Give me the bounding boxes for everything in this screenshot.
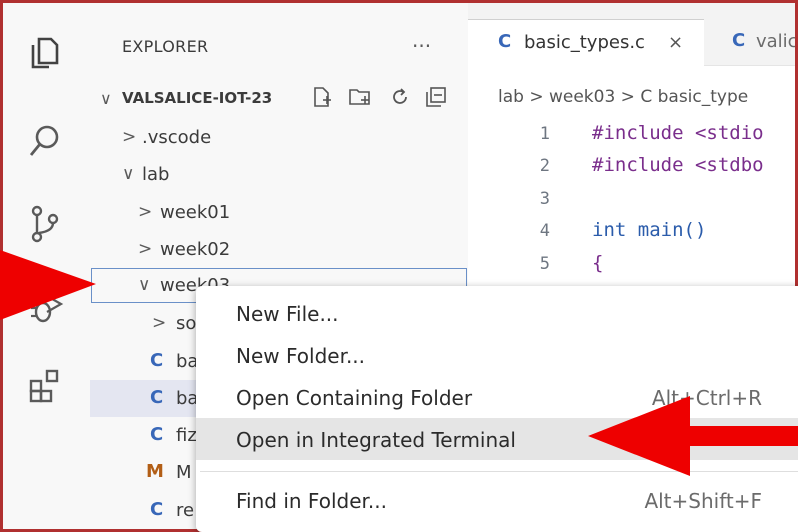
c-file-icon: C [150, 499, 164, 520]
c-file-icon: C [732, 30, 746, 51]
arrow-icon [0, 250, 96, 320]
tab-basic-types[interactable]: C basic_types.c × [468, 19, 704, 66]
editor-tab-bar: C basic_types.c × C valic [468, 3, 795, 66]
chevron-right-icon: > [152, 313, 167, 333]
chevron-right-icon: > [138, 239, 153, 259]
refresh-icon[interactable] [388, 85, 412, 109]
tab-label: basic_types.c [524, 32, 645, 53]
extensions-icon[interactable] [25, 365, 65, 405]
line-number: 2 [539, 156, 550, 176]
c-file-icon: C [150, 387, 164, 408]
menu-item-label: New File... [236, 302, 339, 326]
tree-item-label: M [176, 462, 192, 483]
menu-item-find-in-folder[interactable]: Find in Folder... Alt+Shift+F [196, 479, 798, 521]
project-header[interactable]: ∨ VALSALICE-IOT-23 [90, 77, 468, 117]
new-folder-icon[interactable] [348, 85, 372, 109]
chevron-down-icon: ∨ [100, 89, 112, 108]
code-line[interactable]: 2 #include <stdbo [468, 150, 795, 182]
code-line[interactable]: 1 #include <stdio [468, 118, 795, 150]
arrow-icon [588, 396, 798, 476]
line-number: 5 [539, 254, 550, 274]
new-file-icon[interactable] [310, 85, 334, 109]
tree-item-label: fiz [176, 425, 197, 446]
line-number: 3 [539, 189, 550, 209]
tab-label: valic [756, 31, 798, 52]
c-file-icon: C [150, 424, 164, 445]
code-line[interactable]: 3 [468, 183, 795, 215]
makefile-icon: M [146, 461, 164, 482]
tree-item-label: re [176, 500, 195, 521]
tab-valic[interactable]: C valic [704, 19, 795, 65]
code-text: #include <stdio [592, 122, 764, 144]
code-text: #include <stdbo [592, 154, 764, 176]
c-file-icon: C [498, 31, 512, 52]
tree-item-label: .vscode [142, 127, 212, 148]
tree-item-lab[interactable]: ∨ lab [90, 156, 468, 193]
project-name: VALSALICE-IOT-23 [122, 89, 273, 107]
more-actions-button[interactable]: ··· [412, 34, 431, 58]
tree-item-week01[interactable]: > week01 [90, 194, 468, 231]
tree-item-label: week02 [160, 239, 231, 260]
tree-item-label: week01 [160, 202, 231, 223]
chevron-right-icon: > [138, 202, 153, 222]
search-icon[interactable] [25, 121, 65, 161]
menu-item-shortcut: Alt+Shift+F [644, 489, 762, 513]
close-icon[interactable]: × [668, 32, 683, 53]
tree-item-week02[interactable]: > week02 [90, 231, 468, 268]
menu-item-new-folder[interactable]: New Folder... [196, 334, 798, 376]
menu-item-label: New Folder... [236, 344, 366, 368]
files-icon[interactable] [25, 33, 65, 73]
tree-item-vscode[interactable]: > .vscode [90, 119, 468, 156]
tree-item-label: lab [142, 164, 170, 185]
breadcrumb[interactable]: lab > week03 > C basic_type [498, 87, 748, 107]
collapse-all-icon[interactable] [424, 85, 448, 109]
chevron-down-icon: ∨ [122, 164, 135, 184]
line-number: 4 [539, 221, 550, 241]
code-text: { [592, 252, 604, 274]
c-file-icon: C [150, 350, 164, 371]
menu-item-label: Open Containing Folder [236, 386, 473, 410]
menu-item-new-file[interactable]: New File... [196, 292, 798, 334]
code-text: int main() [592, 219, 707, 241]
line-number: 1 [539, 124, 550, 144]
code-line[interactable]: 4 int main() [468, 215, 795, 247]
chevron-down-icon: ∨ [138, 275, 151, 295]
menu-item-label: Find in Folder... [236, 489, 387, 513]
code-line[interactable]: 5 { [468, 248, 795, 280]
chevron-right-icon: > [122, 127, 137, 147]
menu-item-label: Open in Integrated Terminal [236, 428, 516, 452]
explorer-title: EXPLORER [122, 37, 209, 56]
tree-item-label: so [176, 313, 197, 334]
